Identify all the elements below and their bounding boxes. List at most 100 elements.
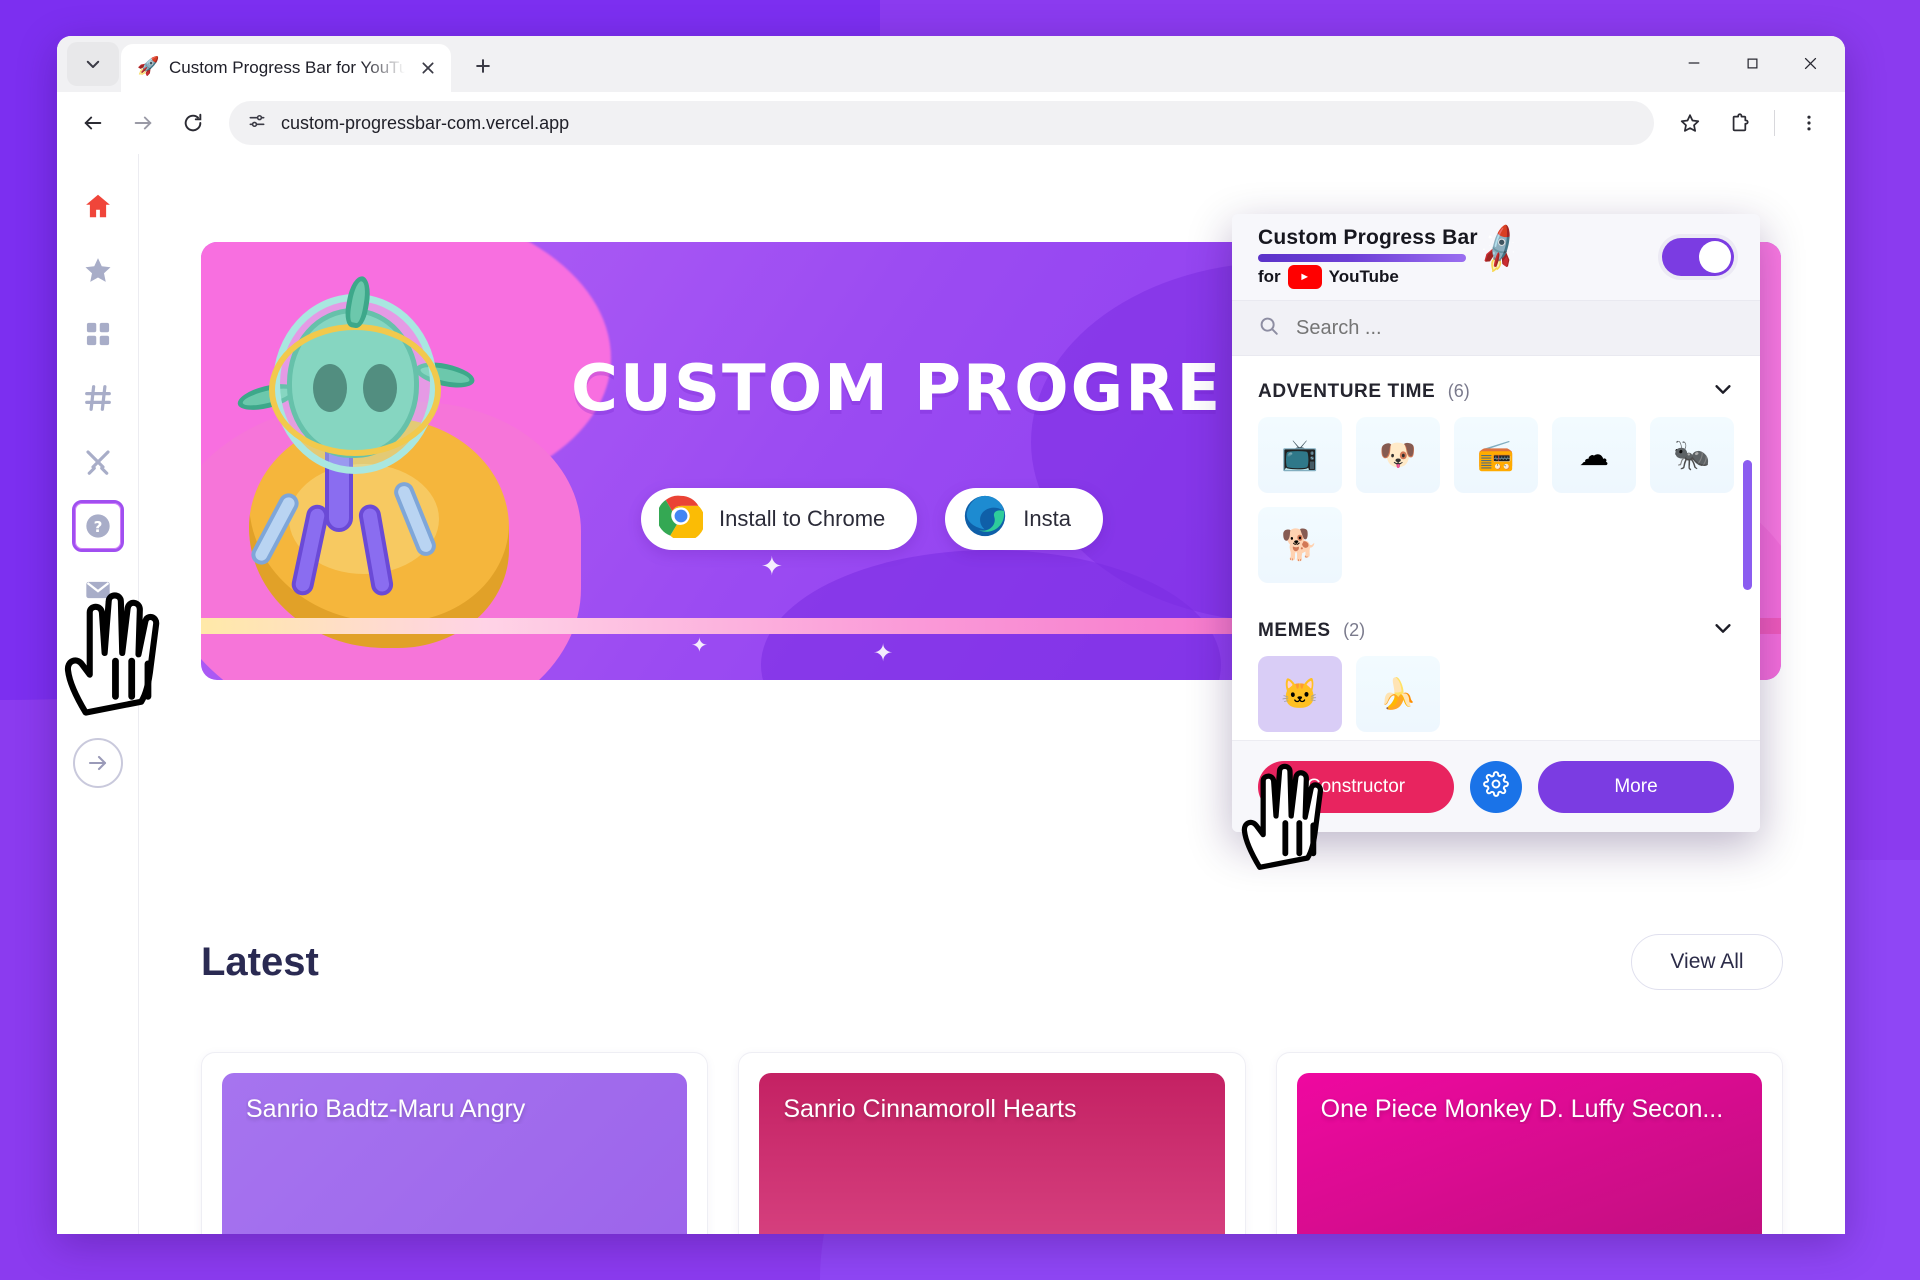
sidebar-item-categories[interactable] xyxy=(72,308,124,360)
card-title: Sanrio Badtz-Maru Angry xyxy=(246,1095,526,1123)
card-thumbnail: Sanrio Cinnamoroll Hearts 🐾 xyxy=(759,1073,1225,1234)
popup-subtitle: for ► YouTube xyxy=(1258,264,1478,289)
hero-title: CUSTOM PROGRE xyxy=(571,352,1223,426)
list-item[interactable]: Sanrio Cinnamoroll Hearts 🐾 xyxy=(738,1052,1246,1234)
hero-install-buttons: Install to Chrome Insta xyxy=(641,488,1103,550)
category-header-memes[interactable]: MEMES (2) xyxy=(1232,583,1760,654)
toolbar-divider xyxy=(1774,110,1775,136)
list-item[interactable]: One Piece Monkey D. Luffy Secon... 👤 xyxy=(1275,1052,1783,1234)
install-edge-label: Insta xyxy=(1023,506,1071,531)
youtube-icon: ► xyxy=(1287,264,1322,289)
sidebar-item-tags[interactable] xyxy=(72,372,124,424)
install-edge-button[interactable]: Insta xyxy=(945,488,1103,550)
tile-jake[interactable]: 🐶 xyxy=(1356,417,1440,493)
site-info-icon[interactable] xyxy=(247,111,267,136)
address-bar[interactable]: custom-progressbar-com.vercel.app xyxy=(229,101,1654,145)
category-title-group: ADVENTURE TIME (6) xyxy=(1258,381,1470,403)
close-icon[interactable] xyxy=(415,55,441,81)
popup-header: Custom Progress Bar for ► YouTube 🚀 xyxy=(1232,214,1760,300)
category-name: MEMES xyxy=(1258,619,1331,641)
alien-helmet-ring xyxy=(269,324,441,456)
hand-cursor-sidebar xyxy=(64,592,160,716)
card-title: One Piece Monkey D. Luffy Secon... xyxy=(1320,1095,1724,1123)
brand-progress-graphic xyxy=(1258,253,1466,262)
tile-grid-adventure-time: 📺 🐶 📻 ☁ 🐜 🐕 xyxy=(1232,415,1760,583)
card-title: Sanrio Cinnamoroll Hearts xyxy=(783,1095,1077,1123)
category-count: (6) xyxy=(1447,380,1470,401)
bmo-icon: 📺 xyxy=(1281,438,1319,472)
browser-toolbar: custom-progressbar-com.vercel.app xyxy=(57,92,1845,154)
lsp-icon: ☁ xyxy=(1579,438,1609,472)
extensions-icon[interactable] xyxy=(1718,101,1762,145)
back-icon[interactable] xyxy=(71,101,115,145)
browser-window: 🚀 Custom Progress Bar for YouTu custom-p… xyxy=(57,36,1845,1234)
tab-title: Custom Progress Bar for YouTu xyxy=(169,58,406,77)
gear-icon xyxy=(1483,771,1509,802)
tile-bmo[interactable]: 📺 xyxy=(1258,417,1342,493)
search-input[interactable] xyxy=(1296,316,1734,340)
jake-icon: 🐶 xyxy=(1379,438,1417,472)
card-thumbnail: One Piece Monkey D. Luffy Secon... 👤 xyxy=(1296,1073,1762,1234)
sidebar-collapse-button[interactable] xyxy=(72,738,123,788)
sidebar-item-tools[interactable] xyxy=(72,436,124,488)
edge-icon xyxy=(963,494,1007,544)
category-name: ADVENTURE TIME xyxy=(1258,380,1436,402)
tile-banana-cat[interactable]: 🍌 xyxy=(1356,656,1440,732)
install-chrome-button[interactable]: Install to Chrome xyxy=(641,488,918,550)
view-all-button[interactable]: View All xyxy=(1631,934,1783,990)
tile-bmo-skate[interactable]: 📻 xyxy=(1454,417,1538,493)
bookmark-star-icon[interactable] xyxy=(1668,101,1712,145)
list-item[interactable]: Sanrio Badtz-Maru Angry 🐧 xyxy=(201,1052,709,1234)
reload-icon[interactable] xyxy=(171,101,215,145)
bug-icon: 🐜 xyxy=(1673,438,1711,472)
svg-text:?: ? xyxy=(93,518,102,536)
forward-icon[interactable] xyxy=(121,101,165,145)
category-title-group: MEMES (2) xyxy=(1258,620,1365,642)
url-text: custom-progressbar-com.vercel.app xyxy=(281,112,570,133)
category-header-adventure-time[interactable]: ADVENTURE TIME (6) xyxy=(1232,356,1760,415)
tab-search-button[interactable] xyxy=(67,42,119,86)
tile-bug[interactable]: 🐜 xyxy=(1650,417,1734,493)
bmo-skate-icon: 📻 xyxy=(1477,438,1515,472)
popup-title: Custom Progress Bar xyxy=(1258,225,1478,249)
close-icon[interactable] xyxy=(1781,36,1839,90)
sparkle-icon: ✦ xyxy=(873,640,894,667)
sparkle-icon: ✦ xyxy=(691,635,708,657)
extension-enable-toggle[interactable] xyxy=(1662,238,1734,276)
tile-nyan-cat[interactable]: 🐱 xyxy=(1258,656,1342,732)
banana-cat-icon: 🍌 xyxy=(1379,677,1417,711)
popup-scrollbar[interactable] xyxy=(1743,460,1752,590)
popup-subtitle-for: for xyxy=(1258,266,1281,286)
tile-jake-finn[interactable]: 🐕 xyxy=(1258,507,1342,583)
maximize-icon[interactable] xyxy=(1723,36,1781,90)
more-button[interactable]: More xyxy=(1538,760,1734,813)
chrome-icon xyxy=(656,494,705,544)
settings-button[interactable] xyxy=(1470,760,1522,813)
chevron-down-icon[interactable] xyxy=(1712,378,1734,405)
nyan-cat-icon: 🐱 xyxy=(1281,677,1319,711)
popup-search-bar[interactable] xyxy=(1232,300,1760,356)
sidebar-item-favorites[interactable] xyxy=(72,244,124,296)
tile-lsp[interactable]: ☁ xyxy=(1552,417,1636,493)
sidebar-item-help[interactable]: ? xyxy=(71,500,124,552)
latest-section-header: Latest View All xyxy=(201,934,1783,990)
window-controls xyxy=(1665,36,1839,90)
tile-grid-memes: 🐱 🍌 xyxy=(1232,654,1760,732)
sidebar-item-home[interactable] xyxy=(72,180,124,232)
hand-cursor-constructor xyxy=(1241,763,1323,870)
browser-tab[interactable]: 🚀 Custom Progress Bar for YouTu xyxy=(121,44,451,92)
sparkle-icon: ✦ xyxy=(761,551,783,581)
search-icon xyxy=(1258,315,1280,342)
minimize-icon[interactable] xyxy=(1665,36,1723,90)
rocket-icon: 🚀 xyxy=(1472,222,1529,277)
new-tab-button[interactable] xyxy=(461,44,505,88)
extension-popup: Custom Progress Bar for ► YouTube 🚀 Sear… xyxy=(1232,214,1760,832)
popup-brand: Custom Progress Bar for ► YouTube 🚀 xyxy=(1258,222,1528,289)
category-count: (2) xyxy=(1343,619,1366,640)
browser-menu-icon[interactable] xyxy=(1787,101,1831,145)
page-title: Latest xyxy=(201,939,319,984)
chevron-down-icon[interactable] xyxy=(1712,617,1734,644)
latest-card-list: Sanrio Badtz-Maru Angry 🐧 xyxy=(201,1052,1783,1234)
jake-finn-icon: 🐕 xyxy=(1281,528,1319,562)
popup-body: ADVENTURE TIME (6) 📺 🐶 📻 ☁ 🐜 🐕 MEMES (2) xyxy=(1232,356,1760,740)
